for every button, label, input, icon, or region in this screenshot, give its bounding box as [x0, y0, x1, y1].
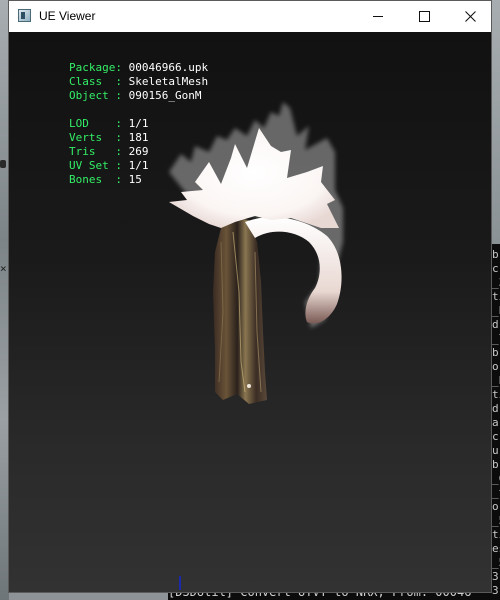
console-line: u	[492, 444, 499, 457]
console-line: c	[492, 262, 499, 275]
ue-viewer-app-icon[interactable]	[18, 9, 31, 22]
title-bar[interactable]: UE Viewer	[9, 1, 491, 32]
console-line: c	[492, 430, 499, 443]
console-line: _b	[492, 304, 500, 317]
console-line: b	[492, 346, 499, 359]
maximize-button[interactable]	[401, 1, 447, 32]
lod-value: 1/1	[128, 117, 149, 130]
close-button[interactable]	[447, 1, 493, 32]
object-value: 090156_GonM	[128, 89, 202, 102]
3d-viewport[interactable]: Package: 00046966.upk Class : SkeletalMe…	[9, 32, 491, 592]
class-value: SkeletalMesh	[128, 75, 209, 88]
console-line: o	[492, 360, 499, 373]
uvset-label: UV Set :	[68, 159, 122, 172]
class-label: Class :	[68, 75, 122, 88]
mesh-info-panel: Package: 00046966.upk Class : SkeletalMe…	[16, 47, 209, 186]
console-line: _t	[492, 486, 500, 499]
object-label: Object :	[68, 89, 122, 102]
uvset-value: 1/1	[128, 159, 149, 172]
console-line: o	[492, 500, 499, 513]
tris-value: 269	[128, 145, 149, 158]
console-line: d	[492, 402, 499, 415]
close-icon	[464, 11, 476, 22]
console-line: ti	[492, 388, 500, 401]
verts-value: 181	[128, 131, 149, 144]
text-cursor-marker	[179, 576, 181, 590]
minimize-icon	[373, 16, 383, 17]
console-line: ti	[492, 290, 500, 303]
console-line: es	[492, 542, 500, 555]
console-line: _3	[492, 276, 500, 289]
desktop-background-right	[492, 0, 500, 250]
console-line: b	[492, 458, 499, 471]
desktop-artifact	[0, 160, 6, 168]
console-line: _b	[492, 374, 500, 387]
info-package-row: Package: 00046966.upk	[16, 47, 208, 74]
window-title: UE Viewer	[39, 9, 96, 23]
package-label: Package:	[68, 61, 122, 74]
minimize-button[interactable]	[355, 1, 401, 32]
lod-label: LOD :	[68, 117, 122, 130]
console-line: _5	[492, 514, 500, 527]
desktop-artifact-glyph: ×	[0, 262, 7, 275]
console-line: d	[492, 318, 499, 331]
package-value: 00046966.upk	[128, 61, 209, 74]
console-line: 3	[492, 570, 499, 583]
console-text-edge: bc_3ti_bd_7bo_btidacub_C_to_5ties_533aC	[492, 248, 500, 600]
maximize-icon	[418, 11, 430, 22]
console-line: _C	[492, 472, 500, 485]
console-line: b	[492, 248, 499, 261]
bones-value: 15	[128, 173, 142, 186]
ue-viewer-window[interactable]: UE Viewer Package: 00046966.upk Class: …	[8, 0, 492, 593]
tris-label: Tris :	[68, 145, 122, 158]
bones-label: Bones :	[68, 173, 122, 186]
console-line: a	[492, 416, 499, 429]
verts-label: Verts :	[68, 131, 122, 144]
console-line: ti	[492, 528, 500, 541]
console-line: _5	[492, 556, 500, 569]
console-line: _7	[492, 332, 500, 345]
